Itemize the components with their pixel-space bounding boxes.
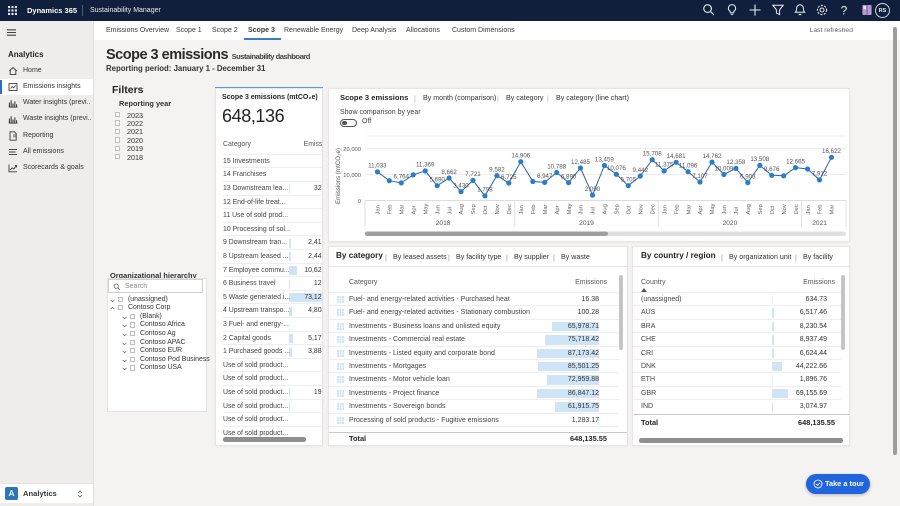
- svg-text:Apr: Apr: [411, 205, 417, 214]
- svg-text:6,903: 6,903: [740, 173, 756, 180]
- svg-text:13,508: 13,508: [750, 156, 769, 163]
- svg-text:6,764: 6,764: [394, 174, 410, 181]
- svg-text:Sep: Sep: [471, 204, 477, 214]
- svg-text:7,721: 7,721: [465, 171, 481, 178]
- svg-text:11,033: 11,033: [368, 163, 387, 170]
- svg-text:12,485: 12,485: [571, 159, 590, 166]
- svg-text:Oct: Oct: [627, 205, 633, 214]
- svg-text:10,076: 10,076: [607, 165, 626, 172]
- svg-text:Jul: Jul: [734, 207, 740, 214]
- svg-text:May: May: [423, 203, 429, 214]
- svg-text:7,107: 7,107: [692, 173, 708, 180]
- svg-text:10,788: 10,788: [547, 163, 566, 170]
- svg-text:Mar: Mar: [830, 204, 836, 214]
- svg-text:Jan: Jan: [662, 205, 668, 214]
- svg-text:2019: 2019: [579, 220, 594, 227]
- svg-text:13,459: 13,459: [595, 156, 614, 163]
- svg-text:6,947: 6,947: [537, 173, 553, 180]
- svg-text:20,000: 20,000: [343, 147, 361, 153]
- svg-text:Dec: Dec: [507, 204, 513, 214]
- svg-text:6,890: 6,890: [561, 173, 577, 180]
- svg-text:8,662: 8,662: [441, 169, 457, 176]
- svg-text:Mar: Mar: [686, 204, 692, 214]
- svg-text:Jan: Jan: [376, 205, 382, 214]
- svg-text:Dec: Dec: [794, 204, 800, 214]
- svg-text:Apr: Apr: [698, 205, 704, 214]
- svg-text:Aug: Aug: [746, 204, 752, 214]
- svg-text:?: ?: [841, 4, 848, 18]
- svg-text:Oct: Oct: [483, 205, 489, 214]
- svg-text:3,430: 3,430: [453, 182, 469, 189]
- svg-text:2018: 2018: [436, 220, 451, 227]
- svg-text:Sep: Sep: [615, 204, 621, 214]
- svg-text:Aug: Aug: [459, 204, 465, 214]
- svg-text:2021: 2021: [812, 220, 827, 227]
- svg-text:May: May: [710, 203, 716, 214]
- svg-text:9,676: 9,676: [764, 166, 780, 173]
- svg-text:Nov: Nov: [639, 204, 645, 214]
- svg-text:2020: 2020: [723, 220, 738, 227]
- svg-text:11,096: 11,096: [679, 163, 698, 170]
- svg-text:15,708: 15,708: [643, 151, 662, 158]
- svg-text:Mar: Mar: [543, 204, 549, 214]
- svg-text:2,090: 2,090: [585, 186, 601, 193]
- svg-text:5,690: 5,690: [429, 177, 445, 184]
- svg-text:May: May: [567, 203, 573, 214]
- svg-text:Jul: Jul: [447, 207, 453, 214]
- svg-text:9,442: 9,442: [633, 167, 649, 174]
- svg-text:11,369: 11,369: [416, 162, 435, 169]
- svg-text:Oct: Oct: [770, 205, 776, 214]
- svg-text:Sep: Sep: [758, 204, 764, 214]
- svg-text:1,798: 1,798: [477, 187, 493, 194]
- svg-text:Apr: Apr: [555, 205, 561, 214]
- svg-text:Feb: Feb: [674, 205, 680, 215]
- svg-text:Jun: Jun: [722, 205, 728, 214]
- svg-text:12,665: 12,665: [786, 158, 805, 165]
- svg-text:10,000: 10,000: [343, 173, 361, 179]
- svg-text:0: 0: [358, 199, 361, 205]
- svg-text:12,358: 12,358: [726, 159, 745, 166]
- svg-text:14,681: 14,681: [667, 153, 686, 160]
- svg-text:6,725: 6,725: [501, 174, 517, 181]
- svg-text:Feb: Feb: [388, 205, 394, 215]
- svg-text:16,622: 16,622: [822, 148, 841, 155]
- svg-text:10,009: 10,009: [714, 165, 733, 172]
- svg-text:Jan: Jan: [806, 205, 812, 214]
- svg-text:Jun: Jun: [435, 205, 441, 214]
- svg-text:Mar: Mar: [400, 204, 406, 214]
- svg-text:Emissions (mtCO₂e): Emissions (mtCO₂e): [335, 148, 342, 204]
- svg-text:11,375: 11,375: [655, 162, 674, 169]
- svg-text:9,582: 9,582: [489, 166, 505, 173]
- svg-text:Jan: Jan: [519, 205, 525, 214]
- svg-text:Nov: Nov: [495, 204, 501, 214]
- svg-text:14,906: 14,906: [511, 153, 530, 160]
- svg-text:Feb: Feb: [818, 205, 824, 215]
- svg-text:Jun: Jun: [579, 205, 585, 214]
- svg-text:Nov: Nov: [782, 204, 788, 214]
- svg-text:Aug: Aug: [603, 204, 609, 214]
- svg-text:Jul: Jul: [591, 207, 597, 214]
- svg-text:7,912: 7,912: [812, 171, 828, 178]
- svg-text:Feb: Feb: [531, 205, 537, 215]
- svg-text:5,705: 5,705: [621, 177, 637, 184]
- svg-text:Dec: Dec: [650, 204, 656, 214]
- svg-text:14,762: 14,762: [703, 153, 722, 160]
